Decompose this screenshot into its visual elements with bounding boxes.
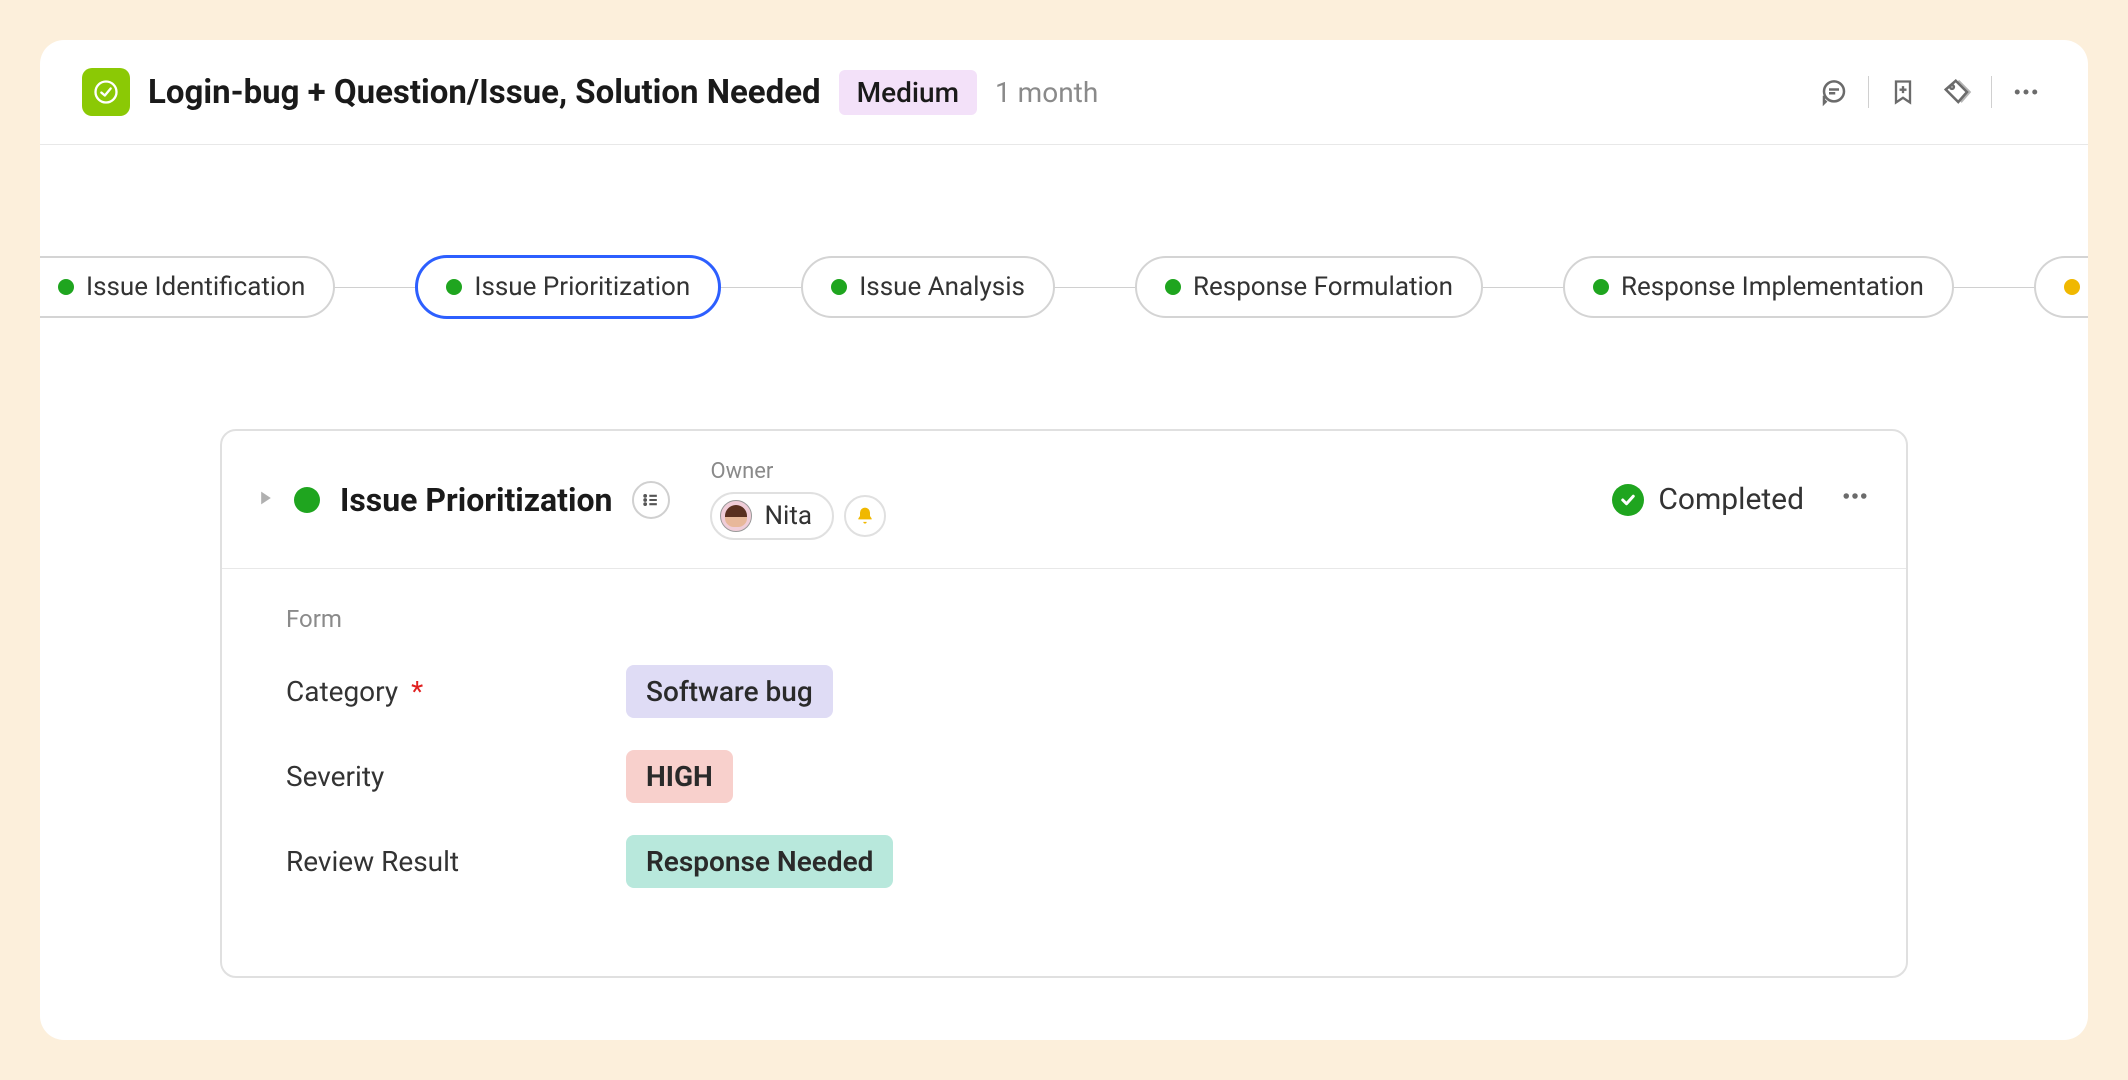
task-check-icon [82, 68, 130, 116]
status-dot-icon [446, 279, 462, 295]
bookmark-icon[interactable] [1883, 72, 1923, 112]
expand-toggle-icon[interactable] [258, 490, 274, 510]
status-dot-icon [2064, 279, 2080, 295]
card-header: Issue Prioritization Owner [222, 431, 1906, 569]
more-icon[interactable] [1840, 481, 1870, 519]
review-result-tag[interactable]: Response Needed [626, 835, 893, 888]
status-label: Completed [1658, 482, 1804, 517]
status-dot-icon [1593, 279, 1609, 295]
form-header-label: Form [286, 605, 1842, 633]
avatar [720, 500, 752, 532]
workflow-step-issue-prioritization[interactable]: Issue Prioritization [415, 255, 721, 319]
header-actions [1814, 72, 2046, 112]
page-title: Login-bug + Question/Issue, Solution Nee… [148, 73, 821, 112]
owner-chip[interactable]: Nita [710, 492, 834, 540]
card-title: Issue Prioritization [340, 481, 612, 519]
step-label: Issue Prioritization [474, 272, 690, 302]
owner-row: Nita [710, 492, 886, 540]
workflow-step-result-evaluation[interactable]: Result Eva [2034, 256, 2088, 318]
workflow-step-response-formulation[interactable]: Response Formulation [1135, 256, 1483, 318]
label-text: Category [286, 675, 398, 708]
form-row-category: Category * Software bug [286, 665, 1842, 718]
form-row-review-result: Review Result Response Needed [286, 835, 1842, 888]
list-icon[interactable] [632, 481, 670, 519]
form-section: Form Category * Software bug Severity HI… [222, 569, 1906, 976]
status-dot-icon [294, 487, 320, 513]
more-icon[interactable] [2006, 72, 2046, 112]
status-dot-icon [1165, 279, 1181, 295]
check-circle-icon [1612, 484, 1644, 516]
card-header-right: Completed [1612, 481, 1870, 519]
status-dot-icon [831, 279, 847, 295]
workflow-step-issue-analysis[interactable]: Issue Analysis [801, 256, 1055, 318]
page-header: Login-bug + Question/Issue, Solution Nee… [40, 40, 2088, 145]
workflow-step-issue-identification[interactable]: Issue Identification [40, 256, 335, 318]
step-label: Issue Identification [86, 272, 305, 302]
category-tag[interactable]: Software bug [626, 665, 833, 718]
field-label: Review Result [286, 845, 626, 878]
step-detail-card: Issue Prioritization Owner [220, 429, 1908, 978]
workflow-steps: Issue Identification Issue Prioritizatio… [40, 255, 2088, 319]
bell-icon[interactable] [844, 495, 886, 537]
divider [1868, 76, 1869, 108]
divider [1991, 76, 1992, 108]
field-label: Severity [286, 760, 626, 793]
status-dot-icon [58, 279, 74, 295]
field-label: Category * [286, 675, 626, 708]
step-label: Response Implementation [1621, 272, 1924, 302]
form-row-severity: Severity HIGH [286, 750, 1842, 803]
owner-section: Owner Nita [710, 459, 886, 540]
tag-icon[interactable] [1937, 72, 1977, 112]
required-star-icon: * [411, 675, 423, 708]
severity-tag[interactable]: HIGH [626, 750, 733, 803]
workflow-container: Issue Identification Issue Prioritizatio… [40, 145, 2088, 369]
priority-badge[interactable]: Medium [839, 70, 977, 115]
owner-label: Owner [710, 459, 886, 484]
comment-icon[interactable] [1814, 72, 1854, 112]
step-label: Issue Analysis [859, 272, 1025, 302]
time-label: 1 month [995, 76, 1098, 109]
owner-name: Nita [764, 501, 812, 531]
step-label: Response Formulation [1193, 272, 1453, 302]
app-window: Login-bug + Question/Issue, Solution Nee… [40, 40, 2088, 1040]
workflow-step-response-implementation[interactable]: Response Implementation [1563, 256, 1954, 318]
status-badge[interactable]: Completed [1612, 482, 1804, 517]
